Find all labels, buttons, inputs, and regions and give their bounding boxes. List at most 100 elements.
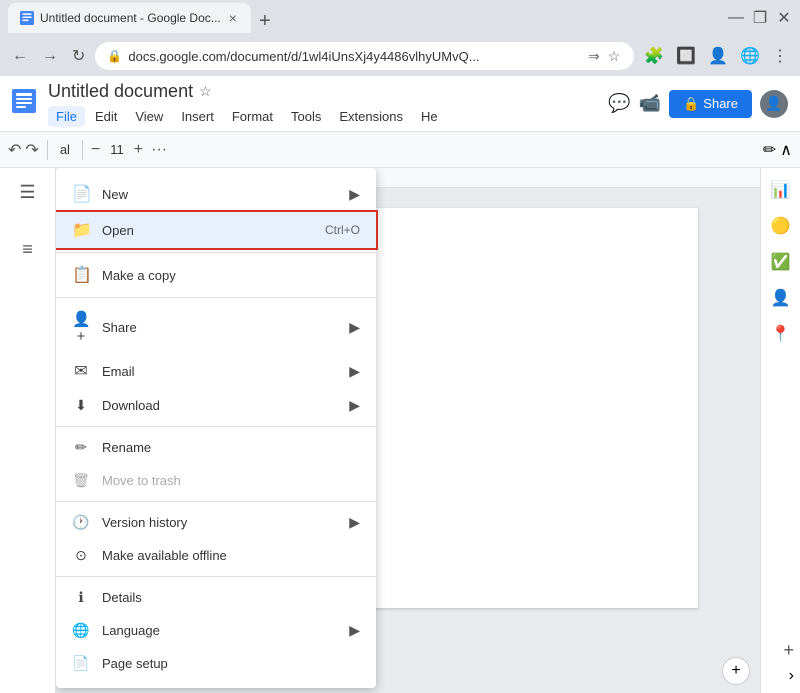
menu-item-make-copy[interactable]: 📋 Make a copy	[56, 257, 376, 293]
avatar[interactable]: 👤	[760, 90, 788, 118]
email-icon: ✉	[72, 361, 90, 381]
tab-title: Untitled document - Google Doc...	[40, 11, 221, 25]
extensions-icon[interactable]: 🧩	[640, 42, 668, 70]
menu-item-version-history[interactable]: 🕐 Version history ▶	[56, 506, 376, 539]
menu-item-new[interactable]: 📄 New ▶	[56, 176, 376, 212]
profile-icon[interactable]: 👤	[704, 42, 732, 70]
address-bar: ← → ↻ 🔒 docs.google.com/document/d/1wl4i…	[0, 36, 800, 76]
menu-item-language[interactable]: 🌐 Language ▶	[56, 614, 376, 647]
more-options-button[interactable]: ···	[151, 141, 167, 159]
menu-file[interactable]: File	[48, 106, 85, 127]
menu-insert[interactable]: Insert	[173, 106, 222, 127]
divider2	[82, 140, 83, 160]
download-arrow-icon: ▶	[349, 397, 360, 414]
rename-label: Rename	[102, 440, 360, 455]
menu-item-offline[interactable]: ⊙ Make available offline	[56, 539, 376, 572]
minimize-button[interactable]: —	[728, 10, 744, 26]
font-decrease-button[interactable]: −	[91, 141, 100, 159]
trash-label: Move to trash	[102, 473, 360, 488]
menu-section-3: 👤+ Share ▶ ✉ Email ▶ ⬇ Download ▶	[56, 298, 376, 427]
version-history-icon: 🕐	[72, 514, 90, 531]
bookmark-icon[interactable]: ☆	[606, 46, 623, 67]
language-icon: 🌐	[72, 622, 90, 639]
details-icon: ℹ	[72, 589, 90, 606]
sidebar-menu-icon[interactable]: ☰	[13, 176, 41, 209]
menu-button[interactable]: ⋮	[768, 42, 792, 70]
maps-sidebar-icon[interactable]: 📍	[767, 320, 795, 348]
plus-icon[interactable]: +	[783, 640, 794, 661]
context-menu: 📄 New ▶ 📁 Open Ctrl+O 📋 Make a copy	[56, 168, 376, 688]
active-tab[interactable]: Untitled document - Google Doc... ×	[8, 3, 251, 33]
star-icon[interactable]: ☆	[199, 83, 212, 100]
puzzle-icon[interactable]: 🔲	[672, 42, 700, 70]
app-bar: Untitled document ☆ File Edit View Inser…	[0, 76, 800, 132]
app-title[interactable]: Untitled document	[48, 81, 193, 102]
edit-mode-button[interactable]: ✏	[763, 140, 776, 160]
menu-section-2: 📋 Make a copy	[56, 253, 376, 298]
new-tab-button[interactable]: +	[251, 10, 279, 33]
menu-item-rename[interactable]: ✏ Rename	[56, 431, 376, 464]
menu-item-open[interactable]: 📁 Open Ctrl+O	[56, 212, 376, 248]
contacts-sidebar-icon[interactable]: 👤	[767, 284, 795, 312]
rename-icon: ✏	[72, 439, 90, 456]
window-controls: — ❐ ✕	[728, 10, 792, 26]
menu-edit[interactable]: Edit	[87, 106, 125, 127]
sheets-sidebar-icon[interactable]: 📊	[767, 176, 795, 204]
new-label: New	[102, 187, 337, 202]
undo-button[interactable]: ↶	[8, 140, 21, 160]
redo-button[interactable]: ↷	[25, 140, 38, 160]
menu-section-6: ℹ Details 🌐 Language ▶ 📄 Page setup	[56, 577, 376, 684]
main-area: ☰ ≡ 3 4 5 📄 New ▶ 📁 Open Ctr	[0, 168, 800, 693]
collapse-toolbar-button[interactable]: ∧	[780, 140, 792, 160]
zoom-button[interactable]: +	[722, 657, 750, 685]
menu-item-share[interactable]: 👤+ Share ▶	[56, 302, 376, 353]
restore-button[interactable]: ❐	[752, 10, 768, 26]
menu-item-details[interactable]: ℹ Details	[56, 581, 376, 614]
back-button[interactable]: ←	[8, 43, 32, 69]
menu-help[interactable]: He	[413, 106, 446, 127]
menu-item-page-setup[interactable]: 📄 Page setup	[56, 647, 376, 680]
earth-icon[interactable]: 🌐	[736, 42, 764, 70]
sidebar-doc-icon[interactable]: ≡	[16, 233, 39, 266]
close-button[interactable]: ✕	[776, 10, 792, 26]
reload-button[interactable]: ↻	[68, 42, 89, 70]
toolbar-right: ✏ ∧	[763, 140, 792, 160]
menu-extensions[interactable]: Extensions	[331, 106, 411, 127]
url-actions: ⇒ ☆	[586, 46, 622, 67]
collapse-sidebar-button[interactable]: ›	[789, 667, 794, 685]
open-shortcut: Ctrl+O	[325, 223, 360, 237]
divider	[47, 140, 48, 160]
keep-sidebar-icon[interactable]: 🟡	[767, 212, 795, 240]
menu-item-download[interactable]: ⬇ Download ▶	[56, 389, 376, 422]
email-label: Email	[102, 364, 337, 379]
font-size[interactable]: 11	[104, 140, 130, 159]
share-button[interactable]: 🔒 Share	[669, 90, 752, 118]
cast-icon[interactable]: ⇒	[586, 46, 602, 67]
page-setup-icon: 📄	[72, 655, 90, 672]
forward-button[interactable]: →	[38, 43, 62, 69]
menu-format[interactable]: Format	[224, 106, 281, 127]
zoom-area: +	[722, 657, 750, 685]
tab-close-button[interactable]: ×	[227, 10, 239, 26]
font-increase-button[interactable]: +	[134, 141, 143, 159]
url-bar[interactable]: 🔒 docs.google.com/document/d/1wl4iUnsXj4…	[95, 42, 634, 70]
language-arrow-icon: ▶	[349, 622, 360, 639]
new-doc-icon: 📄	[72, 184, 90, 204]
chevron-right-icon[interactable]: ›	[789, 667, 794, 685]
share-label2: Share	[102, 320, 337, 335]
expand-sidebar-button[interactable]: +	[783, 640, 794, 661]
font-name[interactable]: al	[56, 140, 74, 159]
meet-button[interactable]: 📹	[639, 93, 661, 114]
menu-item-email[interactable]: ✉ Email ▶	[56, 353, 376, 389]
comment-button[interactable]: 💬	[608, 93, 630, 114]
version-history-label: Version history	[102, 515, 337, 530]
tasks-sidebar-icon[interactable]: ✅	[767, 248, 795, 276]
tab-favicon	[20, 11, 34, 25]
download-icon: ⬇	[72, 397, 90, 414]
url-text: docs.google.com/document/d/1wl4iUnsXj4y4…	[128, 49, 580, 64]
title-bar: Untitled document - Google Doc... × + — …	[0, 0, 800, 36]
share-person-icon: 👤+	[72, 310, 90, 345]
tab-bar: Untitled document - Google Doc... × +	[8, 3, 279, 33]
menu-view[interactable]: View	[127, 106, 171, 127]
menu-tools[interactable]: Tools	[283, 106, 329, 127]
